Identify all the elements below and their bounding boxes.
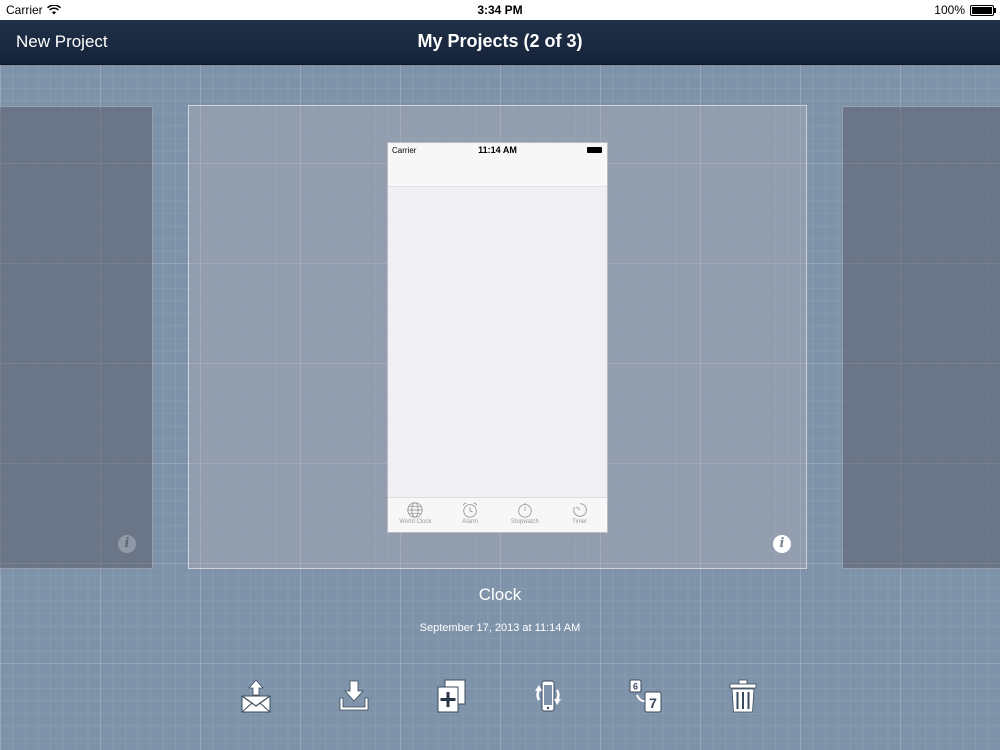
project-name[interactable]: Clock (0, 585, 1000, 605)
previous-project-info-icon[interactable]: i (118, 535, 136, 553)
stopwatch-icon (518, 502, 532, 518)
preview-tab-label: World Clock (399, 519, 432, 525)
page-title: My Projects (2 of 3) (417, 31, 583, 51)
preview-tab-bar: World Clock Alarm Stopwatch Timer (388, 497, 607, 532)
preview-tab-label: Timer (572, 519, 588, 525)
battery-group: 100% (934, 3, 996, 17)
convert-ios7-icon: 6 7 (629, 679, 662, 713)
tray-download-icon (339, 680, 369, 711)
timer-icon (572, 503, 587, 517)
preview-tab-alarm: Alarm (443, 498, 498, 532)
trash-icon (729, 679, 757, 713)
battery-percent: 100% (934, 3, 965, 17)
duplicate-button[interactable] (433, 678, 469, 714)
phone-rotate-icon (535, 680, 561, 712)
status-time: 3:34 PM (477, 3, 523, 17)
status-bar: Carrier 3:34 PM 100% (0, 0, 1000, 20)
svg-text:6: 6 (633, 682, 638, 692)
rotate-device-button[interactable] (530, 678, 566, 714)
duplicate-plus-icon (437, 679, 466, 713)
alarm-clock-icon (462, 502, 478, 518)
email-export-button[interactable] (238, 678, 274, 714)
preview-tab-stopwatch: Stopwatch (498, 498, 553, 532)
svg-text:7: 7 (649, 695, 657, 711)
battery-fill (972, 6, 992, 14)
import-button[interactable] (336, 678, 372, 714)
project-preview-thumbnail[interactable]: Carrier 11:14 AM World Clock Alarm Stopw… (387, 142, 608, 533)
preview-tab-label: Alarm (462, 519, 478, 525)
preview-battery-icon (587, 147, 602, 153)
globe-icon (407, 502, 424, 518)
convert-ios7-button[interactable]: 6 7 (627, 678, 663, 714)
project-date: September 17, 2013 at 11:14 AM (419, 622, 581, 634)
preview-tab-timer: Timer (552, 498, 607, 532)
preview-tab-world-clock: World Clock (388, 498, 443, 532)
navigation-bar: New Project My Projects (2 of 3) (0, 20, 1000, 65)
preview-nav-bar (388, 159, 607, 187)
previous-project-card[interactable]: i (0, 106, 153, 569)
delete-button[interactable] (725, 678, 761, 714)
preview-time: 11:14 AM (478, 145, 517, 155)
preview-tab-label: Stopwatch (510, 519, 539, 525)
preview-status-bar: Carrier 11:14 AM (388, 143, 607, 159)
battery-icon (970, 4, 996, 16)
envelope-upload-icon (241, 679, 271, 713)
next-project-card[interactable] (842, 106, 1000, 569)
project-info-icon[interactable]: i (773, 535, 791, 553)
